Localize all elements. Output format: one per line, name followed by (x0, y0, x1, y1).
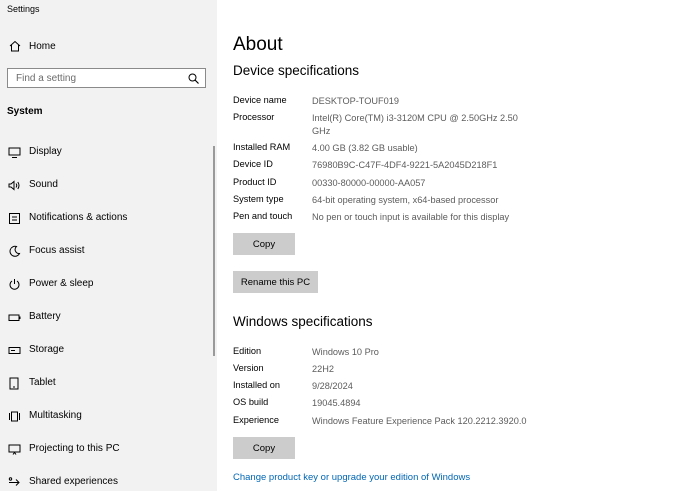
spec-value: No pen or touch input is available for t… (312, 212, 510, 222)
sidebar-item-display[interactable]: Display (0, 136, 217, 169)
upgrade-edition-link[interactable]: Change product key or upgrade your editi… (233, 472, 470, 483)
spec-value: 00330-80000-00000-AA057 (312, 178, 426, 188)
sidebar-item-label: Tablet (29, 377, 56, 388)
spec-label: Version (233, 363, 264, 373)
device-specs-heading: Device specifications (233, 63, 360, 78)
sidebar-item-label: Multitasking (29, 410, 82, 421)
sidebar-item-label: Focus assist (29, 245, 85, 256)
sidebar-item-label: Shared experiences (29, 476, 118, 487)
sidebar-item-shared-experiences[interactable]: Shared experiences (0, 466, 217, 491)
spec-label: Edition (233, 346, 262, 356)
search-input[interactable] (8, 69, 186, 87)
sidebar-nav: Display Sound Notifications & actions Fo… (0, 136, 217, 491)
battery-icon (8, 311, 21, 324)
sidebar-item-battery[interactable]: Battery (0, 301, 217, 334)
multitasking-icon (8, 410, 21, 423)
focus-assist-icon (8, 245, 21, 258)
spec-label: Installed RAM (233, 142, 291, 152)
spec-value: 4.00 GB (3.82 GB usable) (312, 143, 418, 153)
rename-pc-button[interactable]: Rename this PC (233, 271, 318, 293)
sidebar-item-storage[interactable]: Storage (0, 334, 217, 367)
sidebar-item-projecting[interactable]: Projecting to this PC (0, 433, 217, 466)
sidebar-item-multitasking[interactable]: Multitasking (0, 400, 217, 433)
power-icon (8, 278, 21, 291)
display-icon (8, 146, 21, 159)
sidebar-item-label: Home (29, 41, 56, 52)
search-icon[interactable] (188, 73, 199, 84)
spec-value: Intel(R) Core(TM) i3-3120M CPU @ 2.50GHz… (312, 113, 518, 136)
spec-label: Installed on (233, 380, 280, 390)
main-content: About Device specifications Device name … (217, 0, 700, 491)
copy-windows-specs-button[interactable]: Copy (233, 437, 295, 459)
sidebar-item-label: Storage (29, 344, 65, 355)
copy-device-specs-button[interactable]: Copy (233, 233, 295, 255)
spec-value: DESKTOP-TOUF019 (312, 96, 399, 106)
shared-experiences-icon (8, 476, 21, 489)
storage-icon (8, 344, 21, 357)
sidebar-item-power-sleep[interactable]: Power & sleep (0, 268, 217, 301)
notifications-icon (8, 212, 21, 225)
sidebar-item-focus-assist[interactable]: Focus assist (0, 235, 217, 268)
sidebar-item-label: Power & sleep (29, 278, 94, 289)
spec-value: Windows Feature Experience Pack 120.2212… (312, 416, 527, 426)
spec-label: Device ID (233, 159, 273, 169)
windows-specs-heading: Windows specifications (233, 314, 373, 329)
spec-value: 22H2 (312, 364, 334, 374)
search-box[interactable] (7, 68, 206, 88)
home-icon (9, 40, 21, 52)
section-label-system: System (7, 106, 43, 117)
sidebar-item-label: Display (29, 146, 62, 157)
spec-label: Device name (233, 95, 287, 105)
spec-value: 9/28/2024 (312, 381, 353, 391)
sound-icon (8, 179, 21, 192)
spec-label: Processor (233, 112, 275, 122)
spec-label: System type (233, 194, 284, 204)
app-title: Settings (7, 4, 40, 14)
page-title: About (233, 34, 283, 55)
sidebar-item-label: Sound (29, 179, 58, 190)
sidebar-item-label: Projecting to this PC (29, 443, 120, 454)
sidebar-scrollbar[interactable] (213, 146, 215, 356)
spec-label: Pen and touch (233, 211, 293, 221)
sidebar-item-label: Notifications & actions (29, 212, 128, 223)
sidebar-item-home[interactable]: Home (0, 36, 217, 58)
spec-value: Windows 10 Pro (312, 347, 379, 357)
sidebar-item-sound[interactable]: Sound (0, 169, 217, 202)
spec-value: 19045.4894 (312, 398, 361, 408)
sidebar: Settings Home System Display Sound (0, 0, 217, 491)
tablet-icon (8, 377, 21, 390)
sidebar-item-notifications[interactable]: Notifications & actions (0, 202, 217, 235)
spec-label: Product ID (233, 177, 277, 187)
spec-label: OS build (233, 397, 269, 407)
spec-value: 76980B9C-C47F-4DF4-9221-5A2045D218F1 (312, 160, 498, 170)
spec-value: 64-bit operating system, x64-based proce… (312, 195, 499, 205)
sidebar-item-tablet[interactable]: Tablet (0, 367, 217, 400)
sidebar-item-label: Battery (29, 311, 61, 322)
projecting-icon (8, 443, 21, 456)
spec-label: Experience (233, 415, 279, 425)
